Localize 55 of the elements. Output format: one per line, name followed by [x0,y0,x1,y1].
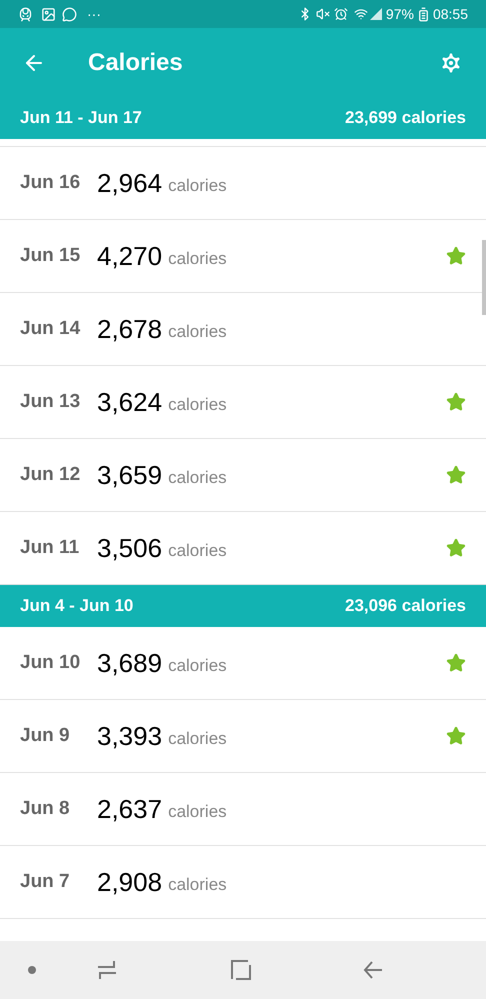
calorie-value: 3,689 [97,646,162,680]
day-row[interactable]: Jun 12 3,659 calories [0,439,486,512]
day-row[interactable]: Jun 13 3,624 calories [0,366,486,439]
calorie-unit: calories [168,248,227,270]
calorie-unit: calories [168,874,227,896]
signal-icon [370,8,382,20]
day-date: Jun 9 [20,724,71,748]
day-row[interactable]: Jun 10 3,689 calories [0,627,486,700]
back-icon[interactable] [362,959,384,981]
week-range: Jun 11 - Jun 17 [20,107,142,130]
train-icon [18,6,33,22]
calorie-value: 2,964 [97,166,162,200]
wifi-icon [354,7,368,21]
day-row[interactable]: Jun 9 3,393 calories [0,700,486,773]
calorie-unit: calories [168,728,227,750]
day-date: Jun 15 [20,244,82,268]
day-date: Jun 10 [20,650,82,675]
calorie-value: 3,624 [97,386,162,418]
calorie-value: 2,908 [97,866,162,898]
calorie-unit: calories [168,321,227,344]
recent-apps-icon[interactable] [96,959,118,981]
day-row[interactable]: Jun 16 2,964 calories [0,147,486,220]
calorie-value: 3,393 [97,720,162,752]
image-icon [41,6,56,22]
day-date: Jun 14 [20,316,82,341]
calorie-value: 2,637 [97,792,162,826]
calorie-value: 3,506 [97,532,162,564]
calorie-unit: calories [168,801,227,824]
week-total: 23,096 calories [345,595,466,618]
day-row[interactable]: Jun 7 2,908 calories [0,846,486,919]
day-date: Jun 7 [20,870,71,894]
message-icon [62,6,77,22]
calorie-unit: calories [168,175,227,198]
home-icon[interactable] [230,959,252,981]
day-date: Jun 8 [20,796,71,821]
calorie-unit: calories [168,540,227,562]
clock: 08:55 [432,4,468,24]
calorie-unit: calories [168,467,227,490]
week-total: 23,699 calories [345,107,466,130]
calorie-value: 2,678 [97,312,162,346]
battery-percentage: 97% [386,4,414,24]
calorie-unit: calories [168,394,227,416]
day-date: Jun 11 [20,536,80,560]
mute-icon [316,7,330,21]
more-notifications: ··· [87,4,101,24]
day-date: Jun 13 [20,390,82,414]
screen-title: Calories [88,48,183,78]
day-row[interactable]: Jun 8 2,637 calories [0,773,486,846]
day-date: Jun 12 [20,462,82,487]
calorie-value: 3,659 [97,458,162,492]
calorie-value: 4,270 [97,240,162,272]
day-date: Jun 16 [20,170,82,195]
week-range: Jun 4 - Jun 10 [20,595,134,618]
calorie-unit: calories [168,655,227,678]
alarm-icon [334,7,348,21]
